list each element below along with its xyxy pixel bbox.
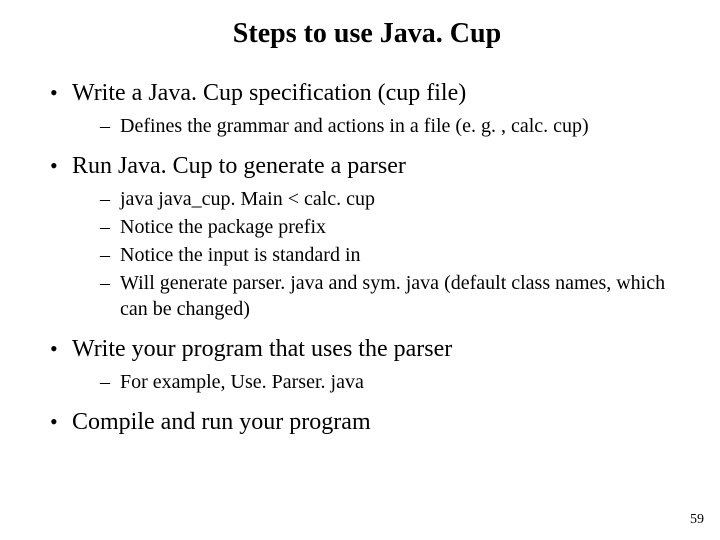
sub-list: java java_cup. Main < calc. cup Notice t… <box>72 186 684 322</box>
sub-list: Defines the grammar and actions in a fil… <box>72 113 684 139</box>
sub-text: java java_cup. Main < calc. cup <box>120 188 375 210</box>
sub-text: Will generate parser. java and sym. java… <box>120 272 665 320</box>
sub-item: Defines the grammar and actions in a fil… <box>100 113 684 139</box>
bullet-item: Write your program that uses the parser … <box>50 336 684 395</box>
slide: Steps to use Java. Cup Write a Java. Cup… <box>0 0 720 540</box>
sub-item: Notice the package prefix <box>100 214 684 240</box>
sub-text: Defines the grammar and actions in a fil… <box>120 115 589 137</box>
bullet-text: Write a Java. Cup specification (cup fil… <box>72 80 466 106</box>
slide-title: Steps to use Java. Cup <box>50 18 684 50</box>
sub-text: Notice the input is standard in <box>120 244 361 266</box>
bullet-text: Compile and run your program <box>72 409 371 435</box>
sub-item: java java_cup. Main < calc. cup <box>100 186 684 212</box>
sub-text: Notice the package prefix <box>120 216 326 238</box>
bullet-text: Write your program that uses the parser <box>72 336 452 362</box>
page-number: 59 <box>690 512 704 528</box>
bullet-item: Compile and run your program <box>50 409 684 436</box>
bullet-text: Run Java. Cup to generate a parser <box>72 153 406 179</box>
bullet-item: Write a Java. Cup specification (cup fil… <box>50 80 684 139</box>
sub-text: For example, Use. Parser. java <box>120 371 364 393</box>
bullet-list: Write a Java. Cup specification (cup fil… <box>50 80 684 436</box>
sub-item: For example, Use. Parser. java <box>100 369 684 395</box>
sub-item: Will generate parser. java and sym. java… <box>100 270 684 322</box>
sub-list: For example, Use. Parser. java <box>72 369 684 395</box>
bullet-item: Run Java. Cup to generate a parser java … <box>50 153 684 322</box>
sub-item: Notice the input is standard in <box>100 242 684 268</box>
